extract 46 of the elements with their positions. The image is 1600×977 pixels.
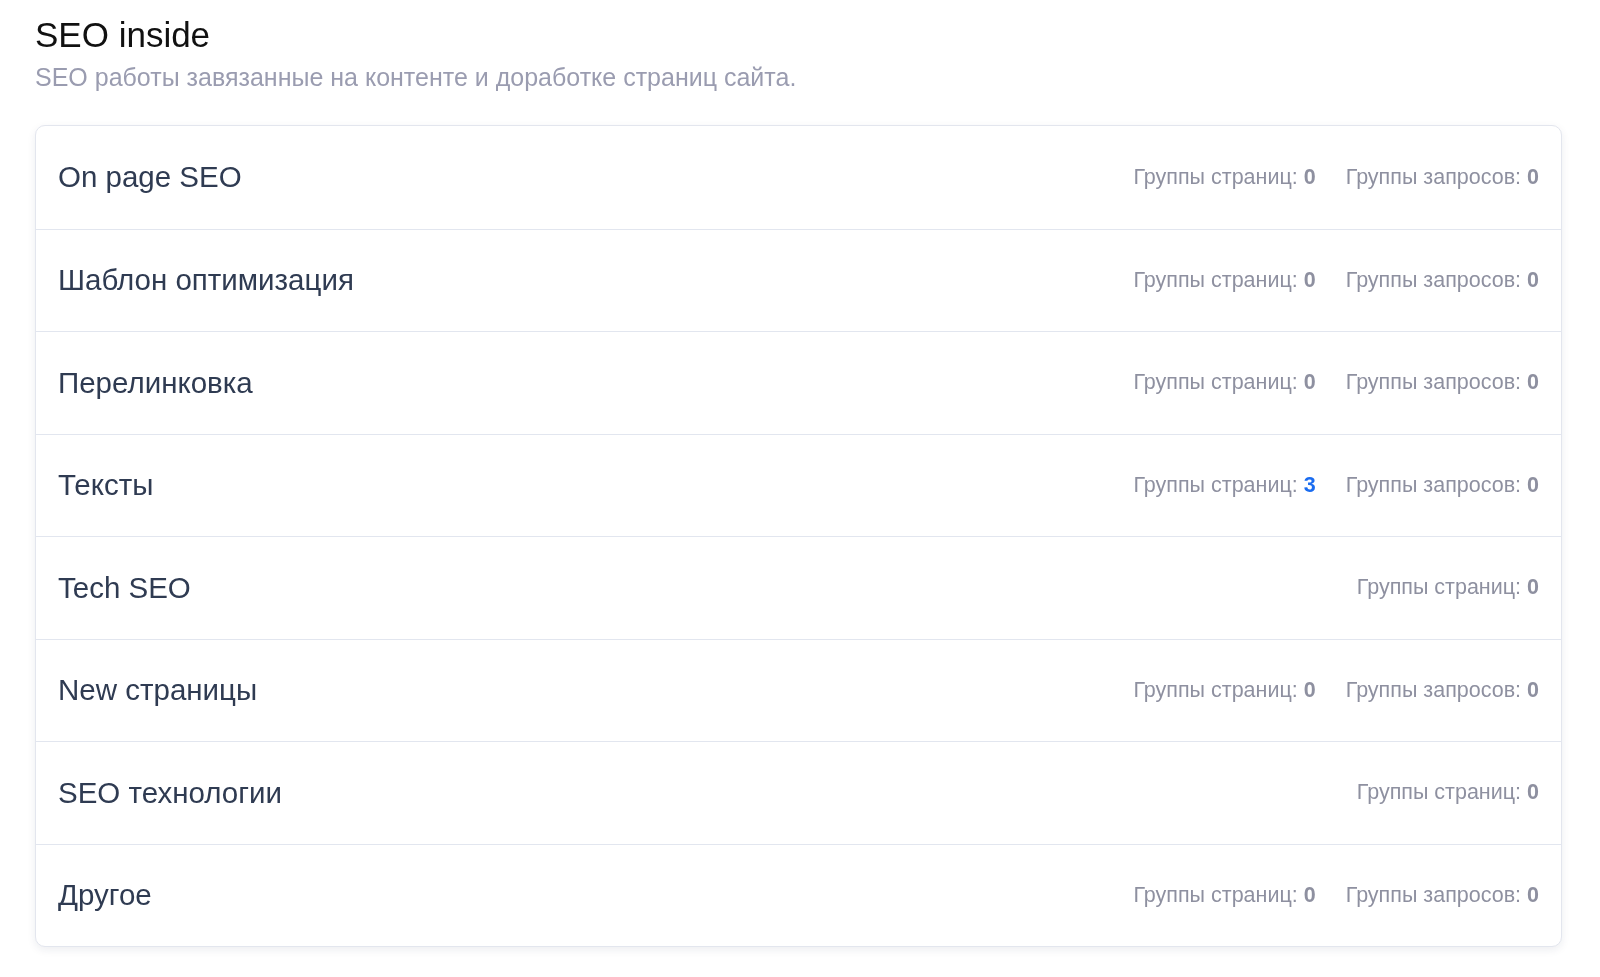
category-name: New страницы	[58, 673, 258, 708]
category-name: Другое	[58, 878, 152, 913]
category-name: Шаблон оптимизация	[58, 263, 354, 298]
category-row[interactable]: SEO технологии Группы страниц: 0	[36, 741, 1561, 844]
category-name: Tech SEO	[58, 570, 191, 605]
category-name: Тексты	[58, 468, 154, 503]
stat-label: Группы страниц:	[1133, 164, 1298, 190]
stat-label: Группы запросов:	[1345, 472, 1522, 498]
category-row[interactable]: New страницы Группы страниц: 0 Группы запросов: 0	[36, 638, 1561, 741]
category-row[interactable]: Другое Группы страниц: 0 Группы запросов: 0	[36, 843, 1561, 946]
stat-label: Группы запросов:	[1345, 677, 1522, 703]
stat-label: Группы страниц:	[1356, 780, 1522, 806]
stat-value: 0	[1527, 164, 1539, 190]
stat-label: Группы страниц:	[1133, 472, 1298, 498]
stat-value: 0	[1303, 882, 1316, 908]
category-row[interactable]: On page SEO Группы страниц: 0 Группы запросов: 0	[36, 126, 1561, 229]
stat-value: 0	[1527, 575, 1539, 601]
stat-label: Группы запросов:	[1345, 267, 1522, 293]
stat-value: 0	[1303, 267, 1316, 293]
stat-value: 0	[1303, 677, 1316, 703]
category-row[interactable]: Перелинковка Группы страниц: 0 Группы запросов: 0	[36, 331, 1561, 434]
stat-value: 0	[1527, 882, 1539, 908]
stat-value: 0	[1303, 164, 1316, 190]
category-row[interactable]: Тексты Группы страниц: 3 Группы запросов: 0	[36, 433, 1561, 536]
stat-label: Группы запросов:	[1345, 882, 1522, 908]
category-row[interactable]: Шаблон оптимизация Группы страниц: 0 Группы запросов: 0	[36, 228, 1561, 331]
stat-value: 0	[1527, 472, 1539, 498]
stat-label: Группы страниц:	[1133, 267, 1298, 293]
stat-value: 0	[1303, 370, 1316, 396]
stat-label: Группы страниц:	[1133, 677, 1298, 703]
stat-label: Группы запросов:	[1345, 164, 1522, 190]
category-name: On page SEO	[58, 160, 242, 195]
stat-label: Группы запросов:	[1345, 370, 1522, 396]
category-row[interactable]: Tech SEO Группы страниц: 0	[36, 536, 1561, 639]
stat-value: 0	[1527, 370, 1539, 396]
category-name: SEO технологии	[58, 775, 282, 810]
category-name: Перелинковка	[58, 365, 253, 400]
stat-value: 0	[1527, 780, 1539, 806]
stat-label: Группы страниц:	[1133, 882, 1298, 908]
stat-label: Группы страниц:	[1356, 575, 1522, 601]
stat-value: 0	[1527, 677, 1539, 703]
page-subtitle: SEO работы завязанные на контенте и доработке страниц сайта.	[35, 62, 798, 92]
page-title: SEO inside	[35, 14, 212, 56]
stat-value: 3	[1303, 472, 1316, 498]
stat-value: 0	[1527, 267, 1539, 293]
stat-label: Группы страниц:	[1133, 370, 1298, 396]
